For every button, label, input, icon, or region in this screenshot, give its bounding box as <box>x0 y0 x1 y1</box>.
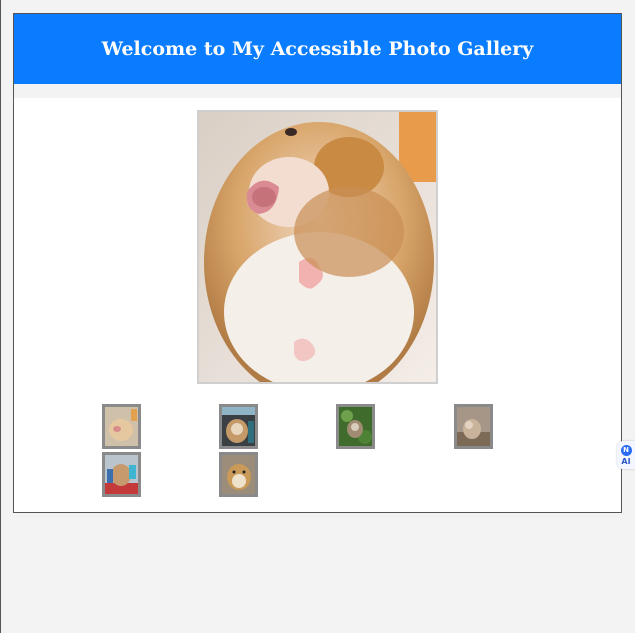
ai-label: AI <box>621 456 631 466</box>
page-title: Welcome to My Accessible Photo Gallery <box>101 38 534 60</box>
gallery-header: Welcome to My Accessible Photo Gallery <box>14 14 621 84</box>
gallery-frame: Welcome to My Accessible Photo Gallery <box>13 13 622 513</box>
header-divider <box>14 84 621 98</box>
page-edge <box>0 0 1 633</box>
hamster-main-image[interactable] <box>197 110 438 384</box>
thumbnail-1[interactable] <box>102 404 141 449</box>
thumbnail-3[interactable] <box>336 404 375 449</box>
ai-logo-icon: N <box>620 444 632 456</box>
thumbnail-4[interactable] <box>454 404 493 449</box>
thumbnail-6[interactable] <box>219 452 258 497</box>
ai-assistant-widget[interactable]: N AI <box>617 441 635 469</box>
thumbnail-5[interactable] <box>102 452 141 497</box>
thumbnail-2[interactable] <box>219 404 258 449</box>
